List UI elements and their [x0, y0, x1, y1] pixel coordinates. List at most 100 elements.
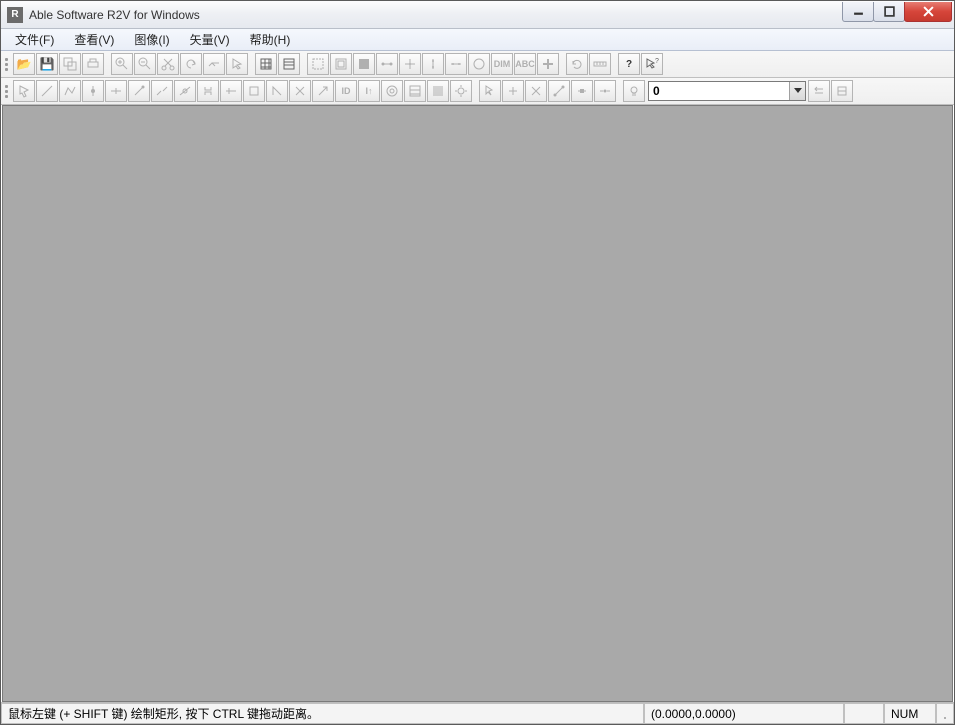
- extend-icon: [247, 84, 261, 98]
- edit-tool-11[interactable]: [243, 80, 265, 102]
- question-icon: ?: [626, 59, 632, 70]
- layer-next-button[interactable]: [831, 80, 853, 102]
- edit-tool-13[interactable]: [289, 80, 311, 102]
- minimize-button[interactable]: [842, 2, 874, 22]
- context-help-button[interactable]: ?: [641, 53, 663, 75]
- grid-options-button[interactable]: [278, 53, 300, 75]
- bright-icon: [454, 84, 468, 98]
- dim-label: DIM: [494, 59, 511, 69]
- layer-prev-icon: [812, 84, 826, 98]
- grid-button[interactable]: [255, 53, 277, 75]
- resize-grip[interactable]: [936, 703, 954, 724]
- workspace[interactable]: [2, 105, 953, 702]
- edit-tool-9[interactable]: [197, 80, 219, 102]
- layer-prev-button[interactable]: [808, 80, 830, 102]
- menu-view[interactable]: 查看(V): [64, 28, 124, 51]
- context-help-icon: ?: [645, 57, 659, 71]
- menu-image[interactable]: 图像(I): [124, 28, 179, 51]
- help-button[interactable]: ?: [618, 53, 640, 75]
- snap-tool-3[interactable]: [525, 80, 547, 102]
- line-node-icon: [380, 57, 394, 71]
- edit-tool-10[interactable]: [220, 80, 242, 102]
- delete-node-icon: [132, 84, 146, 98]
- menu-help[interactable]: 帮助(H): [240, 28, 301, 51]
- menu-file[interactable]: 文件(F): [5, 28, 64, 51]
- edit-tool-14[interactable]: [312, 80, 334, 102]
- redo-icon: [207, 57, 221, 71]
- rect-select-button[interactable]: [330, 53, 352, 75]
- select-icon: [17, 84, 31, 98]
- node-horizontal-icon: [449, 57, 463, 71]
- window-title: Able Software R2V for Windows: [29, 8, 843, 22]
- light-button[interactable]: [623, 80, 645, 102]
- edit-tool-7[interactable]: [151, 80, 173, 102]
- edit-tool-4[interactable]: [82, 80, 104, 102]
- save-region-button[interactable]: [59, 53, 81, 75]
- polyline-icon: [63, 84, 77, 98]
- node-horizontal-button[interactable]: [445, 53, 467, 75]
- region-button[interactable]: [307, 53, 329, 75]
- edit-tool-17[interactable]: [381, 80, 403, 102]
- edit-tool-16[interactable]: I↑: [358, 80, 380, 102]
- id-icon: ID: [342, 86, 351, 96]
- maximize-icon: [884, 6, 895, 17]
- title-bar: Able Software R2V for Windows: [1, 1, 954, 29]
- snap-tool-1[interactable]: [479, 80, 501, 102]
- menu-vector[interactable]: 矢量(V): [180, 28, 240, 51]
- snap-x-icon: [529, 84, 543, 98]
- snap-tool-6[interactable]: [594, 80, 616, 102]
- print-button[interactable]: [82, 53, 104, 75]
- measure-button[interactable]: [589, 53, 611, 75]
- snap-tool-4[interactable]: [548, 80, 570, 102]
- zoom-out-button[interactable]: [134, 53, 156, 75]
- fill-icon: [431, 84, 445, 98]
- ruler-icon: [593, 57, 607, 71]
- break-icon: [201, 84, 215, 98]
- undo-button[interactable]: [180, 53, 202, 75]
- edit-tool-20[interactable]: [450, 80, 472, 102]
- edit-tool-6[interactable]: [128, 80, 150, 102]
- toolbar-grip[interactable]: [5, 80, 11, 102]
- node-vertical-button[interactable]: [422, 53, 444, 75]
- close-button[interactable]: [904, 2, 952, 22]
- layer-input[interactable]: [649, 82, 789, 100]
- edit-tool-12[interactable]: [266, 80, 288, 102]
- crosshair-button[interactable]: [399, 53, 421, 75]
- circle-tool-button[interactable]: [468, 53, 490, 75]
- app-icon: [7, 7, 23, 23]
- edit-tool-1[interactable]: [13, 80, 35, 102]
- edit-tool-15[interactable]: ID: [335, 80, 357, 102]
- layer-combo[interactable]: [648, 81, 806, 101]
- arrow-diag-icon: [316, 84, 330, 98]
- maximize-button[interactable]: [873, 2, 905, 22]
- abc-text-button[interactable]: ABC: [514, 53, 536, 75]
- crop-button[interactable]: [157, 53, 179, 75]
- edit-tool-2[interactable]: [36, 80, 58, 102]
- toolbar-grip[interactable]: [5, 53, 11, 75]
- dim-text-button[interactable]: DIM: [491, 53, 513, 75]
- zoom-in-button[interactable]: [111, 53, 133, 75]
- region-icon: [311, 57, 325, 71]
- rect-fill-button[interactable]: [353, 53, 375, 75]
- menu-bar: 文件(F) 查看(V) 图像(I) 矢量(V) 帮助(H): [1, 29, 954, 51]
- redo-button[interactable]: [203, 53, 225, 75]
- toolbar-edit: ID I↑: [1, 78, 954, 105]
- edit-tool-18[interactable]: [404, 80, 426, 102]
- edit-tool-8[interactable]: [174, 80, 196, 102]
- plus-icon: [541, 57, 555, 71]
- edit-tool-3[interactable]: [59, 80, 81, 102]
- snap-tool-5[interactable]: [571, 80, 593, 102]
- pointer-button[interactable]: [226, 53, 248, 75]
- rotate-button[interactable]: [566, 53, 588, 75]
- edit-tool-19[interactable]: [427, 80, 449, 102]
- save-button[interactable]: 💾: [36, 53, 58, 75]
- rect-fill-icon: [357, 57, 371, 71]
- plus-button[interactable]: [537, 53, 559, 75]
- close-icon: [923, 6, 934, 17]
- line-node-button[interactable]: [376, 53, 398, 75]
- open-button[interactable]: 📂: [13, 53, 35, 75]
- edit-tool-5[interactable]: [105, 80, 127, 102]
- layer-dropdown-button[interactable]: [789, 82, 805, 100]
- snap-tool-2[interactable]: [502, 80, 524, 102]
- hatch-icon: [408, 84, 422, 98]
